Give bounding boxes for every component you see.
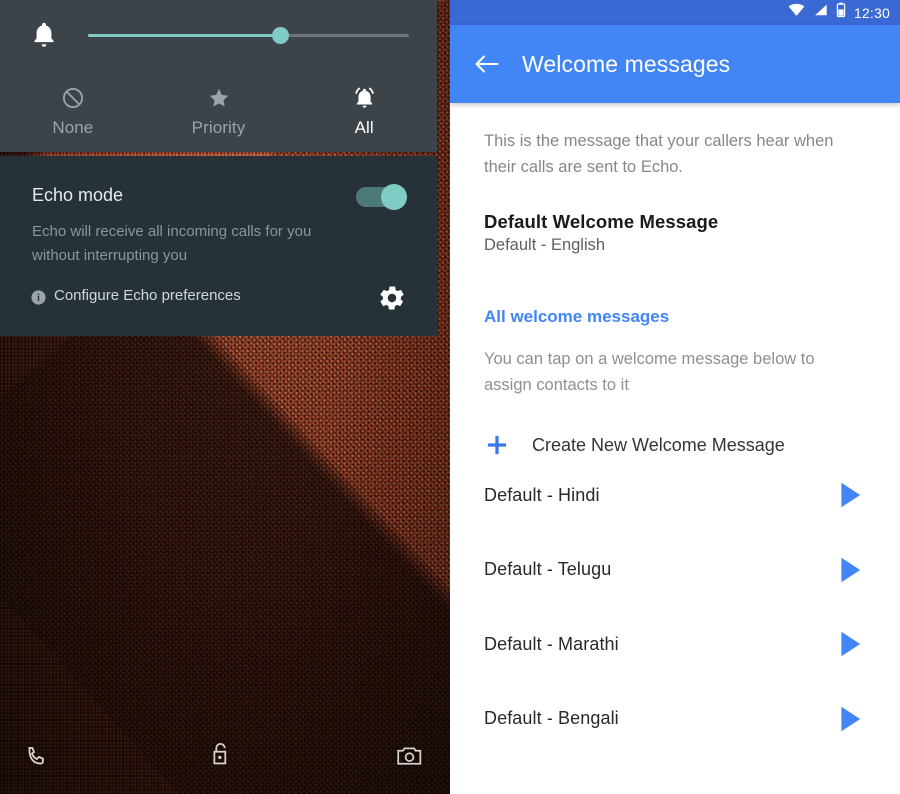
status-bar-clock: 12:30 — [853, 4, 890, 21]
mode-label-all: All — [354, 118, 374, 137]
message-label: Default - Marathi — [484, 633, 619, 654]
phone-icon[interactable] — [22, 744, 49, 776]
assign-contacts-hint: You can tap on a welcome message below t… — [484, 350, 815, 394]
echo-mode-toggle[interactable] — [356, 184, 408, 210]
intro-text: This is the message that your callers he… — [484, 132, 834, 176]
default-welcome-message-block[interactable]: Default Welcome Message Default - Englis… — [484, 211, 866, 255]
wifi-icon — [788, 3, 805, 22]
content-area: This is the message that your callers he… — [450, 128, 900, 756]
echo-mode-description: Echo will receive all incoming calls for… — [32, 223, 312, 264]
info-icon — [30, 289, 47, 311]
list-item[interactable]: Default - Hindi — [484, 458, 866, 533]
quick-settings-card: None Priority All — [0, 0, 437, 152]
notification-volume-slider[interactable] — [88, 23, 409, 47]
interruption-modes-row: None Priority All — [0, 70, 437, 152]
message-label: Default - Telugu — [484, 559, 612, 580]
lock-screen-shortcuts — [0, 714, 450, 794]
message-label: Default - Hindi — [484, 484, 600, 505]
all-welcome-messages-header[interactable]: All welcome messages — [484, 307, 866, 327]
configure-echo-preferences-row[interactable]: Configure Echo preferences — [0, 278, 437, 318]
play-icon[interactable] — [837, 480, 864, 510]
list-item[interactable]: Default - Bengali — [484, 682, 866, 757]
echo-mode-notification-card[interactable]: Echo mode Echo will receive all incoming… — [0, 156, 437, 336]
slider-fill — [88, 33, 281, 37]
lock-screen-panel: None Priority All Echo mode Echo will re… — [0, 0, 450, 794]
bell-icon — [0, 19, 88, 51]
screenshot-root: None Priority All Echo mode Echo will re… — [0, 0, 900, 794]
echo-mode-title: Echo mode — [32, 185, 124, 205]
mode-button-all[interactable]: All — [291, 70, 437, 152]
create-new-welcome-message-button[interactable]: Create New Welcome Message — [484, 432, 866, 458]
block-circle-icon — [62, 87, 83, 108]
mode-label-priority: Priority — [191, 117, 246, 137]
mode-button-none[interactable]: None — [0, 70, 146, 152]
cellular-signal-icon — [813, 3, 828, 22]
play-icon[interactable] — [837, 555, 864, 585]
star-icon — [209, 88, 228, 107]
list-item[interactable]: Default - Marathi — [484, 607, 866, 682]
page-title: Welcome messages — [522, 50, 731, 77]
bell-ringing-icon — [355, 87, 374, 108]
list-item[interactable]: Default - Telugu — [484, 533, 866, 608]
default-welcome-message-title: Default Welcome Message — [484, 211, 719, 232]
mode-button-priority[interactable]: Priority — [146, 70, 292, 152]
message-label: Default - Bengali — [484, 708, 619, 729]
app-bar: Welcome messages — [450, 25, 900, 103]
status-bar: 12:30 — [450, 0, 900, 25]
gear-icon[interactable] — [377, 283, 407, 318]
mode-label-none: None — [52, 117, 94, 137]
configure-echo-preferences-label: Configure Echo preferences — [54, 287, 241, 304]
plus-icon — [484, 432, 528, 458]
play-icon[interactable] — [837, 629, 864, 659]
default-welcome-message-subtitle: Default - English — [484, 236, 606, 254]
notification-volume-row — [0, 0, 437, 70]
back-arrow-icon[interactable] — [450, 52, 522, 76]
battery-icon — [836, 2, 846, 23]
welcome-messages-app-panel: 12:30 Welcome messages This is the messa… — [450, 0, 900, 794]
slider-thumb[interactable] — [272, 26, 290, 44]
create-new-welcome-message-label: Create New Welcome Message — [532, 434, 785, 455]
unlock-padlock-icon[interactable] — [207, 740, 234, 774]
camera-icon[interactable] — [395, 743, 424, 774]
play-icon[interactable] — [837, 704, 864, 734]
toggle-thumb — [381, 184, 407, 210]
